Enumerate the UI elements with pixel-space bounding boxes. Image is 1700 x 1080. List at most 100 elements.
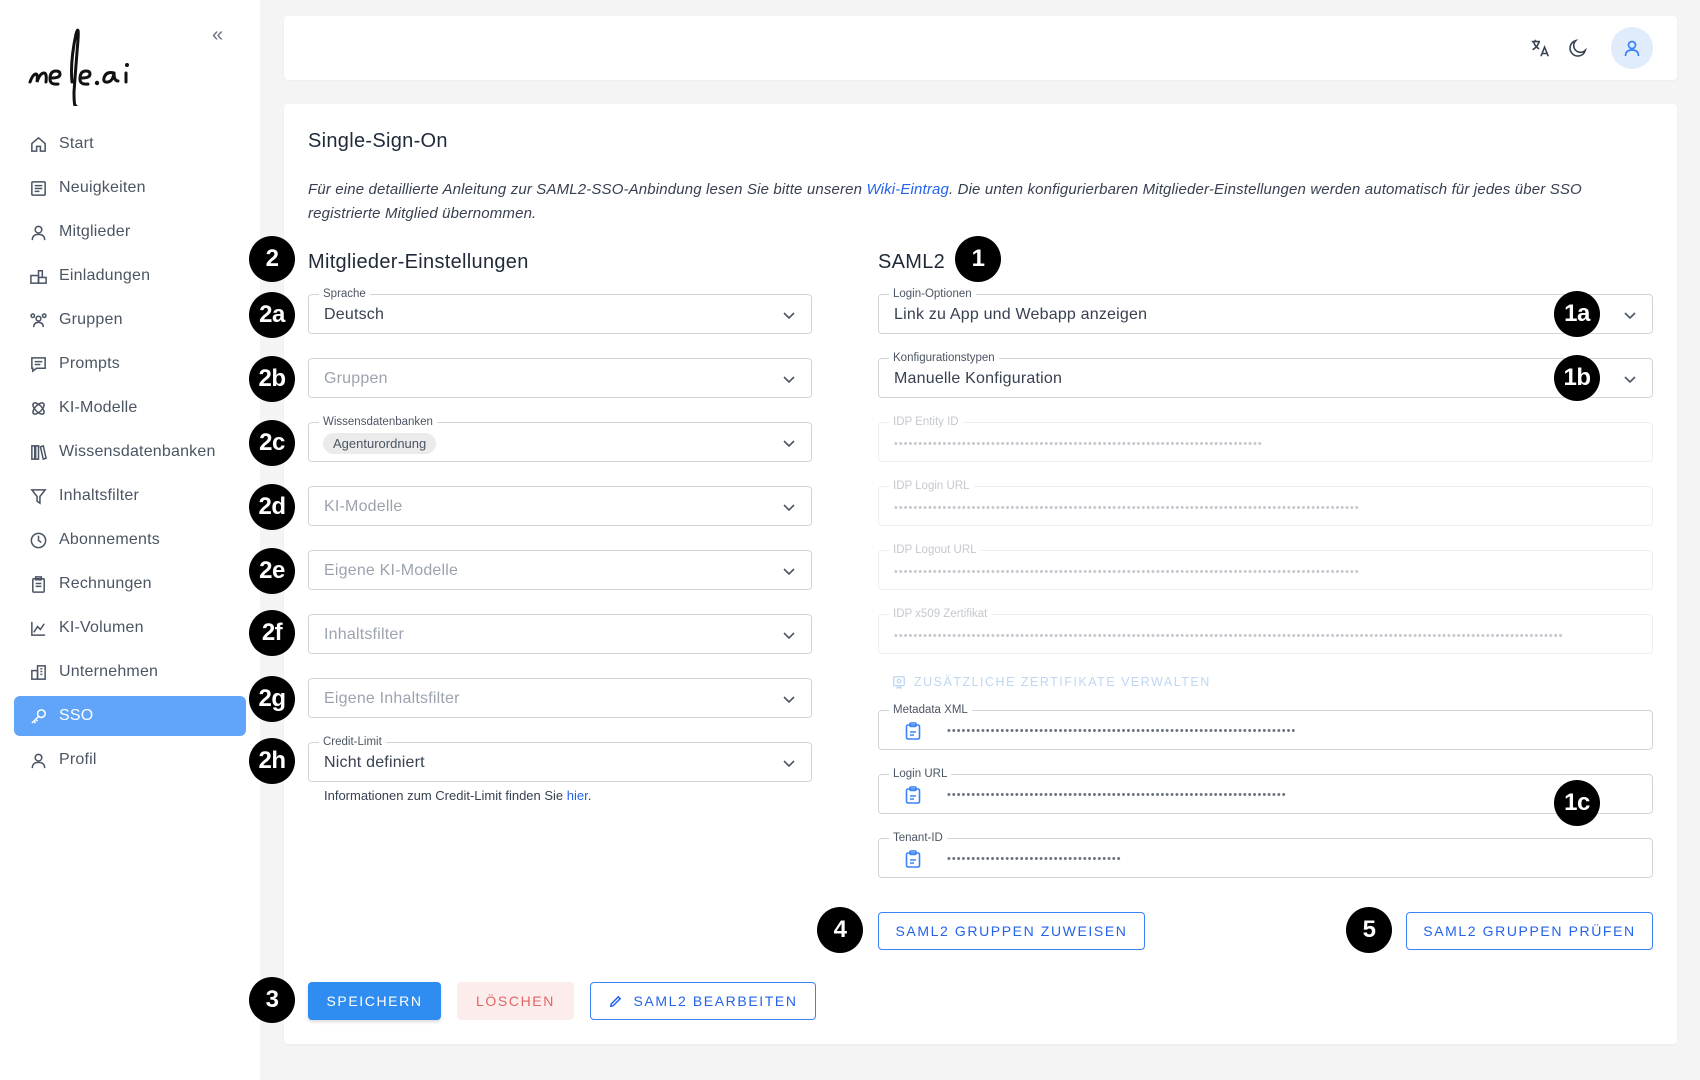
copy-clipboard-icon[interactable] xyxy=(904,849,922,869)
copy-clipboard-icon[interactable] xyxy=(904,785,922,805)
edit-saml2-label: SAML2 BEARBEITEN xyxy=(633,993,798,1009)
members-settings-title: Mitglieder-Einstellungen xyxy=(308,251,529,273)
sidebar-item-label: Gruppen xyxy=(59,311,123,328)
annotation-badge: 2g xyxy=(249,676,295,722)
annotation-badge: 4 xyxy=(817,907,863,953)
annotation-badge: 1c xyxy=(1554,780,1600,826)
groups-select[interactable]: Gruppen xyxy=(308,358,812,398)
language-select[interactable]: Sprache Deutsch xyxy=(308,287,812,334)
edit-saml2-button[interactable]: SAML2 BEARBEITEN xyxy=(590,982,816,1020)
knowledge-base-chip[interactable]: Agenturordnung xyxy=(323,433,437,454)
ai-model-icon xyxy=(32,401,45,415)
top-bar xyxy=(284,16,1677,80)
masked-value: ••••••••••••••••••••••••••••••••••••••••… xyxy=(894,566,1360,578)
dark-mode-moon-icon[interactable] xyxy=(1564,34,1592,62)
sidebar-item-inhaltsfilter[interactable]: Inhaltsfilter xyxy=(14,476,246,516)
sidebar-item-label: Prompts xyxy=(59,355,120,372)
credit-limit-select[interactable]: Credit-Limit Nicht definiert xyxy=(308,735,812,782)
ai-models-select[interactable]: KI-Modelle xyxy=(308,486,812,526)
sidebar-item-gruppen[interactable]: Gruppen xyxy=(14,300,246,340)
content-filter-select[interactable]: Inhaltsfilter xyxy=(308,614,812,654)
sidebar-item-prompts[interactable]: Prompts xyxy=(14,344,246,384)
sidebar-item-label: Start xyxy=(59,135,94,152)
translate-icon[interactable] xyxy=(1526,34,1554,62)
sidebar-item-mitglieder[interactable]: Mitglieder xyxy=(14,212,246,252)
sidebar-item-label: Abonnements xyxy=(59,531,160,548)
annotation-badge: 2e xyxy=(249,548,295,594)
field-label: Sprache xyxy=(319,287,370,301)
saml2-title: SAML2 xyxy=(878,251,946,273)
field-value: Link zu App und Webapp anzeigen xyxy=(894,306,1148,323)
annotation-badge: 2 xyxy=(249,236,295,282)
sidebar-item-label: Wissensdatenbanken xyxy=(59,443,216,460)
sidebar-item-rechnungen[interactable]: Rechnungen xyxy=(14,564,246,604)
chevron-down-icon xyxy=(781,755,797,771)
field-label: IDP Login URL xyxy=(889,479,974,493)
pencil-icon xyxy=(610,995,622,1007)
sidebar-item-label: KI-Volumen xyxy=(59,619,144,636)
custom-content-filter-select[interactable]: Eigene Inhaltsfilter xyxy=(308,678,812,718)
prompt-icon xyxy=(31,356,46,373)
sidebar-item-start[interactable]: Start xyxy=(14,124,246,164)
sidebar-item-ki-volumen[interactable]: KI-Volumen xyxy=(14,608,246,648)
clock-icon xyxy=(30,532,47,548)
sidebar-item-label: KI-Modelle xyxy=(59,399,138,416)
chevron-down-icon xyxy=(781,307,797,323)
user-icon xyxy=(31,225,46,240)
idp-logout-url-field[interactable]: IDP Logout URL •••••••••••••••••••••••••… xyxy=(878,543,1653,590)
field-value: Nicht definiert xyxy=(324,754,425,771)
metadata-xml-field[interactable]: Metadata XML •••••••••••••••••••••••••••… xyxy=(878,703,1653,750)
copy-clipboard-icon[interactable] xyxy=(904,721,922,741)
login-options-select[interactable]: Login-Optionen Link zu App und Webapp an… xyxy=(878,287,1653,334)
sidebar-item-ki-modelle[interactable]: KI-Modelle xyxy=(14,388,246,428)
certificate-icon xyxy=(893,676,905,689)
sidebar-item-unternehmen[interactable]: Unternehmen xyxy=(14,652,246,692)
idp-login-url-field[interactable]: IDP Login URL ••••••••••••••••••••••••••… xyxy=(878,479,1653,526)
save-button[interactable]: SPEICHERN xyxy=(308,982,441,1020)
assign-saml2-groups-button[interactable]: SAML2 GRUPPEN ZUWEISEN xyxy=(878,912,1145,950)
masked-value: ••••••••••••••••••••••••••••••••••••••••… xyxy=(947,789,1287,801)
delete-button[interactable]: LÖSCHEN xyxy=(457,982,574,1020)
wiki-link[interactable]: Wiki-Eintrag xyxy=(866,181,949,198)
field-placeholder: Gruppen xyxy=(324,370,388,387)
annotation-badge: 2f xyxy=(249,610,295,656)
login-url-field[interactable]: Login URL ••••••••••••••••••••••••••••••… xyxy=(878,767,1653,814)
sidebar-item-wissensdatenbanken[interactable]: Wissensdatenbanken xyxy=(14,432,246,472)
nele-ai-logo[interactable] xyxy=(26,20,156,106)
chevron-down-icon xyxy=(781,499,797,515)
check-saml2-groups-button[interactable]: SAML2 GRUPPEN PRÜFEN xyxy=(1406,912,1653,950)
field-placeholder: KI-Modelle xyxy=(324,498,403,515)
sidebar-item-label: Profil xyxy=(59,751,97,768)
field-label: IDP Entity ID xyxy=(889,415,963,429)
chart-icon xyxy=(31,621,46,636)
help-text-end: . xyxy=(587,788,592,803)
masked-value: •••••••••••••••••••••••••••••••••••• xyxy=(947,853,1122,865)
sidebar-item-label: Einladungen xyxy=(59,267,151,284)
sidebar-item-label: Unternehmen xyxy=(59,663,159,680)
collapse-sidebar-icon[interactable]: « xyxy=(212,24,223,47)
sidebar-item-neuigkeiten[interactable]: Neuigkeiten xyxy=(14,168,246,208)
user-avatar-icon[interactable] xyxy=(1611,27,1653,69)
news-icon xyxy=(31,180,46,196)
annotation-badge: 2c xyxy=(249,420,295,466)
building-icon xyxy=(31,664,46,680)
sidebar-item-profil[interactable]: Profil xyxy=(14,740,246,780)
idp-x509-certificate-field[interactable]: IDP x509 Zertifikat ••••••••••••••••••••… xyxy=(878,607,1653,654)
tenant-id-field[interactable]: Tenant-ID ••••••••••••••••••••••••••••••… xyxy=(878,831,1653,878)
sidebar-item-label: Inhaltsfilter xyxy=(59,487,139,504)
configuration-type-select[interactable]: Konfigurationstypen Manuelle Konfigurati… xyxy=(878,351,1653,398)
knowledge-bases-select[interactable]: Wissensdatenbanken Agenturordnung xyxy=(308,415,812,462)
home-icon xyxy=(31,136,46,152)
credit-limit-help-link[interactable]: hier xyxy=(567,788,588,803)
idp-entity-id-field[interactable]: IDP Entity ID ••••••••••••••••••••••••••… xyxy=(878,415,1653,462)
masked-value: ••••••••••••••••••••••••••••••••••••••••… xyxy=(894,438,1263,450)
manage-extra-certificates-link[interactable]: ZUSÄTZLICHE ZERTIFIKATE VERWALTEN xyxy=(892,675,1211,689)
library-icon xyxy=(31,444,47,460)
chevron-down-icon xyxy=(1622,307,1638,323)
field-placeholder: Eigene KI-Modelle xyxy=(324,562,459,579)
sidebar-item-abonnements[interactable]: Abonnements xyxy=(14,520,246,560)
sidebar-item-sso[interactable]: SSO xyxy=(14,696,246,736)
custom-ai-models-select[interactable]: Eigene KI-Modelle xyxy=(308,550,812,590)
sidebar-item-einladungen[interactable]: Einladungen xyxy=(14,256,246,296)
filter-icon xyxy=(30,488,47,505)
